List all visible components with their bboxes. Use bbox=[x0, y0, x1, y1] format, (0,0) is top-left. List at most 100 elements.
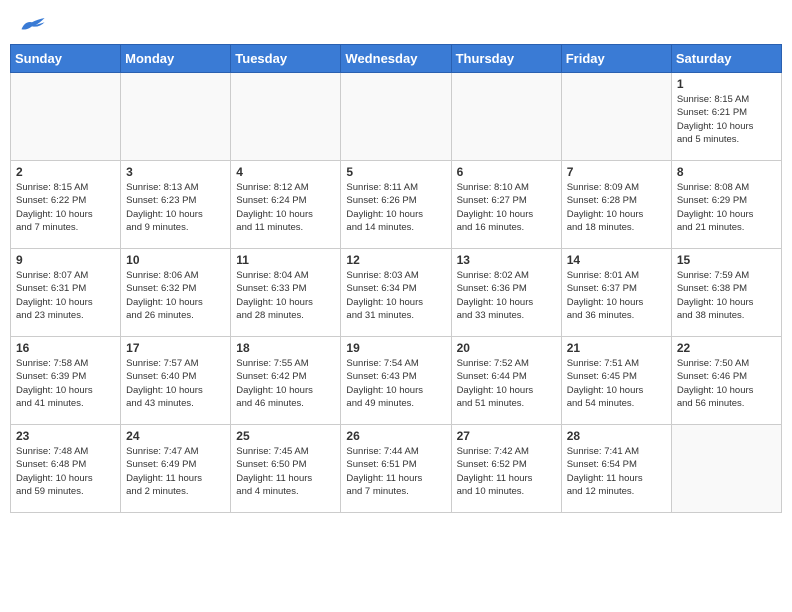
calendar-week-row: 2 Sunrise: 8:15 AM Sunset: 6:22 PM Daylig… bbox=[11, 161, 782, 249]
calendar-week-row: 1Sunrise: 8:15 AM Sunset: 6:21 PM Daylig… bbox=[11, 73, 782, 161]
day-number: 6 bbox=[457, 165, 556, 179]
calendar-cell bbox=[561, 73, 671, 161]
calendar-cell: 12 Sunrise: 8:03 AM Sunset: 6:34 PM Dayli… bbox=[341, 249, 451, 337]
calendar-cell: 26 Sunrise: 7:44 AM Sunset: 6:51 PM Dayli… bbox=[341, 425, 451, 513]
day-info: Sunrise: 7:59 AM Sunset: 6:38 PM Dayligh… bbox=[677, 269, 776, 322]
day-number: 5 bbox=[346, 165, 445, 179]
calendar-cell: 25 Sunrise: 7:45 AM Sunset: 6:50 PM Dayli… bbox=[231, 425, 341, 513]
calendar-cell: 24 Sunrise: 7:47 AM Sunset: 6:49 PM Dayli… bbox=[121, 425, 231, 513]
day-number: 14 bbox=[567, 253, 666, 267]
day-number: 15 bbox=[677, 253, 776, 267]
calendar-cell: 20 Sunrise: 7:52 AM Sunset: 6:44 PM Dayli… bbox=[451, 337, 561, 425]
page-header bbox=[10, 10, 782, 36]
day-info: Sunrise: 7:44 AM Sunset: 6:51 PM Dayligh… bbox=[346, 445, 445, 498]
calendar-cell: 9 Sunrise: 8:07 AM Sunset: 6:31 PM Daylig… bbox=[11, 249, 121, 337]
day-info: Sunrise: 7:45 AM Sunset: 6:50 PM Dayligh… bbox=[236, 445, 335, 498]
day-info: Sunrise: 8:08 AM Sunset: 6:29 PM Dayligh… bbox=[677, 181, 776, 234]
calendar-cell: 17 Sunrise: 7:57 AM Sunset: 6:40 PM Dayli… bbox=[121, 337, 231, 425]
day-info: Sunrise: 7:41 AM Sunset: 6:54 PM Dayligh… bbox=[567, 445, 666, 498]
calendar-cell: 18Sunrise: 7:55 AM Sunset: 6:42 PM Dayli… bbox=[231, 337, 341, 425]
calendar-cell: 3Sunrise: 8:13 AM Sunset: 6:23 PM Daylig… bbox=[121, 161, 231, 249]
weekday-header-row: SundayMondayTuesdayWednesdayThursdayFrid… bbox=[11, 45, 782, 73]
weekday-header-monday: Monday bbox=[121, 45, 231, 73]
weekday-header-thursday: Thursday bbox=[451, 45, 561, 73]
calendar-cell: 8 Sunrise: 8:08 AM Sunset: 6:29 PM Daylig… bbox=[671, 161, 781, 249]
calendar-cell: 22 Sunrise: 7:50 AM Sunset: 6:46 PM Dayli… bbox=[671, 337, 781, 425]
calendar-cell bbox=[231, 73, 341, 161]
day-info: Sunrise: 7:51 AM Sunset: 6:45 PM Dayligh… bbox=[567, 357, 666, 410]
weekday-header-friday: Friday bbox=[561, 45, 671, 73]
calendar-cell: 1Sunrise: 8:15 AM Sunset: 6:21 PM Daylig… bbox=[671, 73, 781, 161]
day-number: 10 bbox=[126, 253, 225, 267]
day-number: 3 bbox=[126, 165, 225, 179]
calendar-week-row: 23 Sunrise: 7:48 AM Sunset: 6:48 PM Dayli… bbox=[11, 425, 782, 513]
calendar-cell: 4 Sunrise: 8:12 AM Sunset: 6:24 PM Daylig… bbox=[231, 161, 341, 249]
day-number: 28 bbox=[567, 429, 666, 443]
day-info: Sunrise: 7:47 AM Sunset: 6:49 PM Dayligh… bbox=[126, 445, 225, 498]
calendar-cell bbox=[121, 73, 231, 161]
day-info: Sunrise: 8:01 AM Sunset: 6:37 PM Dayligh… bbox=[567, 269, 666, 322]
day-info: Sunrise: 8:02 AM Sunset: 6:36 PM Dayligh… bbox=[457, 269, 556, 322]
day-number: 12 bbox=[346, 253, 445, 267]
weekday-header-sunday: Sunday bbox=[11, 45, 121, 73]
day-number: 1 bbox=[677, 77, 776, 91]
calendar-cell bbox=[341, 73, 451, 161]
day-number: 17 bbox=[126, 341, 225, 355]
day-number: 21 bbox=[567, 341, 666, 355]
day-info: Sunrise: 8:12 AM Sunset: 6:24 PM Dayligh… bbox=[236, 181, 335, 234]
day-number: 20 bbox=[457, 341, 556, 355]
day-number: 4 bbox=[236, 165, 335, 179]
day-number: 13 bbox=[457, 253, 556, 267]
logo bbox=[16, 14, 46, 32]
day-info: Sunrise: 7:48 AM Sunset: 6:48 PM Dayligh… bbox=[16, 445, 115, 498]
day-info: Sunrise: 7:58 AM Sunset: 6:39 PM Dayligh… bbox=[16, 357, 115, 410]
day-info: Sunrise: 7:50 AM Sunset: 6:46 PM Dayligh… bbox=[677, 357, 776, 410]
calendar-cell: 23 Sunrise: 7:48 AM Sunset: 6:48 PM Dayli… bbox=[11, 425, 121, 513]
day-info: Sunrise: 7:57 AM Sunset: 6:40 PM Dayligh… bbox=[126, 357, 225, 410]
calendar-cell bbox=[11, 73, 121, 161]
calendar-cell bbox=[451, 73, 561, 161]
day-number: 16 bbox=[16, 341, 115, 355]
calendar-cell: 6 Sunrise: 8:10 AM Sunset: 6:27 PM Daylig… bbox=[451, 161, 561, 249]
weekday-header-tuesday: Tuesday bbox=[231, 45, 341, 73]
calendar-cell: 7Sunrise: 8:09 AM Sunset: 6:28 PM Daylig… bbox=[561, 161, 671, 249]
calendar-week-row: 9 Sunrise: 8:07 AM Sunset: 6:31 PM Daylig… bbox=[11, 249, 782, 337]
day-info: Sunrise: 7:42 AM Sunset: 6:52 PM Dayligh… bbox=[457, 445, 556, 498]
calendar-cell: 28 Sunrise: 7:41 AM Sunset: 6:54 PM Dayli… bbox=[561, 425, 671, 513]
day-info: Sunrise: 8:10 AM Sunset: 6:27 PM Dayligh… bbox=[457, 181, 556, 234]
day-info: Sunrise: 7:55 AM Sunset: 6:42 PM Dayligh… bbox=[236, 357, 335, 410]
day-info: Sunrise: 8:06 AM Sunset: 6:32 PM Dayligh… bbox=[126, 269, 225, 322]
day-info: Sunrise: 8:15 AM Sunset: 6:22 PM Dayligh… bbox=[16, 181, 115, 234]
calendar-cell: 15 Sunrise: 7:59 AM Sunset: 6:38 PM Dayli… bbox=[671, 249, 781, 337]
day-info: Sunrise: 8:04 AM Sunset: 6:33 PM Dayligh… bbox=[236, 269, 335, 322]
calendar-cell: 14 Sunrise: 8:01 AM Sunset: 6:37 PM Dayli… bbox=[561, 249, 671, 337]
calendar-cell: 5 Sunrise: 8:11 AM Sunset: 6:26 PM Daylig… bbox=[341, 161, 451, 249]
day-info: Sunrise: 7:52 AM Sunset: 6:44 PM Dayligh… bbox=[457, 357, 556, 410]
day-info: Sunrise: 8:07 AM Sunset: 6:31 PM Dayligh… bbox=[16, 269, 115, 322]
day-number: 26 bbox=[346, 429, 445, 443]
day-number: 11 bbox=[236, 253, 335, 267]
day-number: 9 bbox=[16, 253, 115, 267]
calendar-week-row: 16 Sunrise: 7:58 AM Sunset: 6:39 PM Dayli… bbox=[11, 337, 782, 425]
day-number: 8 bbox=[677, 165, 776, 179]
day-number: 23 bbox=[16, 429, 115, 443]
day-number: 19 bbox=[346, 341, 445, 355]
day-info: Sunrise: 8:09 AM Sunset: 6:28 PM Dayligh… bbox=[567, 181, 666, 234]
calendar-cell: 19Sunrise: 7:54 AM Sunset: 6:43 PM Dayli… bbox=[341, 337, 451, 425]
calendar-cell: 13 Sunrise: 8:02 AM Sunset: 6:36 PM Dayli… bbox=[451, 249, 561, 337]
calendar-cell: 11 Sunrise: 8:04 AM Sunset: 6:33 PM Dayli… bbox=[231, 249, 341, 337]
calendar-cell: 2 Sunrise: 8:15 AM Sunset: 6:22 PM Daylig… bbox=[11, 161, 121, 249]
calendar-cell: 16 Sunrise: 7:58 AM Sunset: 6:39 PM Dayli… bbox=[11, 337, 121, 425]
calendar-cell: 10 Sunrise: 8:06 AM Sunset: 6:32 PM Dayli… bbox=[121, 249, 231, 337]
calendar-table: SundayMondayTuesdayWednesdayThursdayFrid… bbox=[10, 44, 782, 513]
day-info: Sunrise: 8:11 AM Sunset: 6:26 PM Dayligh… bbox=[346, 181, 445, 234]
day-number: 25 bbox=[236, 429, 335, 443]
day-info: Sunrise: 8:03 AM Sunset: 6:34 PM Dayligh… bbox=[346, 269, 445, 322]
calendar-cell: 27Sunrise: 7:42 AM Sunset: 6:52 PM Dayli… bbox=[451, 425, 561, 513]
logo-bird-icon bbox=[18, 14, 46, 36]
day-number: 24 bbox=[126, 429, 225, 443]
day-number: 22 bbox=[677, 341, 776, 355]
weekday-header-wednesday: Wednesday bbox=[341, 45, 451, 73]
calendar-cell: 21 Sunrise: 7:51 AM Sunset: 6:45 PM Dayli… bbox=[561, 337, 671, 425]
day-number: 2 bbox=[16, 165, 115, 179]
